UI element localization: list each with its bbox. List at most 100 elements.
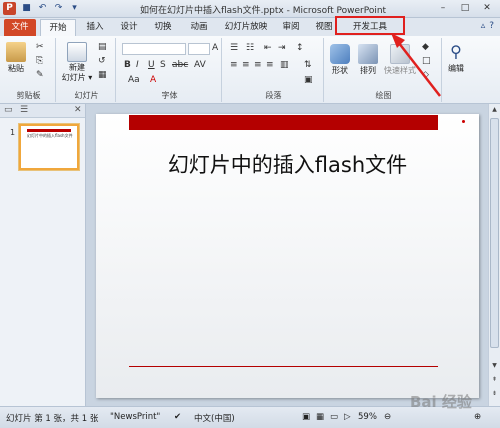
slide-editing-area: 幻灯片中的插入flash文件 bbox=[86, 104, 488, 406]
font-group-label: 字体 bbox=[161, 91, 178, 100]
format-painter-icon[interactable]: ✎ bbox=[36, 70, 44, 80]
next-slide-icon[interactable]: ⇟ bbox=[490, 390, 499, 400]
font-size-combo[interactable] bbox=[188, 43, 210, 55]
minimize-button[interactable]: – bbox=[432, 1, 454, 16]
text-direction-icon[interactable]: ⇅ bbox=[304, 60, 312, 70]
maximize-button[interactable]: □ bbox=[454, 1, 476, 16]
columns-icon[interactable]: ▥ bbox=[280, 60, 289, 70]
layout-icon[interactable]: ▤ bbox=[98, 42, 107, 52]
reading-view-icon[interactable]: ▭ bbox=[330, 412, 338, 422]
slides-tab-icon[interactable]: ▭ bbox=[4, 105, 13, 115]
tab-file[interactable]: 文件 bbox=[4, 19, 36, 36]
close-pane-icon[interactable]: ✕ bbox=[74, 105, 82, 115]
line-spacing-icon[interactable]: ↕ bbox=[296, 43, 304, 53]
align-center-icon[interactable]: ≡ bbox=[242, 60, 250, 70]
copy-icon[interactable]: ⎘ bbox=[36, 56, 43, 66]
scroll-up-icon[interactable]: ▲ bbox=[490, 106, 499, 116]
font-color-button[interactable]: A bbox=[150, 75, 156, 85]
zoom-in-icon[interactable]: ⊕ bbox=[474, 412, 481, 422]
cut-icon[interactable]: ✂ bbox=[36, 42, 44, 52]
scrollbar-thumb[interactable] bbox=[490, 118, 499, 348]
slide-title[interactable]: 幻灯片中的插入flash文件 bbox=[96, 149, 479, 179]
window-title: 如何在幻灯片中插入flash文件.pptx - Microsoft PowerP… bbox=[140, 6, 387, 16]
annotation-arrow bbox=[391, 33, 441, 97]
prev-slide-icon[interactable]: ⇞ bbox=[490, 376, 499, 386]
slides-pane-header: ▭ ☰ ✕ bbox=[0, 104, 85, 118]
close-button[interactable]: ✕ bbox=[476, 1, 498, 16]
scroll-down-icon[interactable]: ▼ bbox=[490, 362, 499, 372]
smartart-icon[interactable]: ▣ bbox=[304, 75, 313, 85]
bold-button[interactable]: B bbox=[124, 60, 131, 70]
strikethrough-button[interactable]: abc bbox=[172, 60, 188, 70]
clipboard-group: 粘贴 ✂ ⎘ ✎ 剪贴板 bbox=[2, 38, 56, 102]
redo-icon[interactable]: ↷ bbox=[52, 2, 65, 15]
section-icon[interactable]: ▦ bbox=[98, 70, 107, 80]
tab-transitions[interactable]: 切换 bbox=[148, 19, 178, 36]
paste-button[interactable]: 粘贴 bbox=[6, 42, 26, 74]
zoom-out-icon[interactable]: ⊖ bbox=[384, 412, 391, 422]
char-spacing-button[interactable]: AV bbox=[194, 60, 206, 70]
arrange-button[interactable]: 排列 bbox=[358, 44, 378, 76]
align-left-icon[interactable]: ≡ bbox=[230, 60, 238, 70]
shadow-button[interactable]: S bbox=[160, 60, 166, 70]
new-slide-button[interactable]: 新建 幻灯片 ▾ bbox=[62, 42, 92, 83]
binoculars-icon: ⚲ bbox=[450, 42, 462, 61]
paste-icon bbox=[6, 42, 26, 62]
slide-sorter-icon[interactable]: ▦ bbox=[316, 412, 324, 422]
italic-button[interactable]: I bbox=[136, 60, 139, 70]
change-case-button[interactable]: Aa bbox=[128, 75, 140, 85]
slide-thumbnail[interactable]: 幻灯片中的插入flash文件 bbox=[19, 124, 79, 170]
vertical-scrollbar[interactable]: ▲ ▼ ⇞ ⇟ bbox=[488, 104, 500, 406]
bullets-icon[interactable]: ☰ bbox=[230, 43, 238, 53]
watermark-logo: Bai 经验 bbox=[410, 393, 472, 411]
grow-font-button[interactable]: A bbox=[212, 43, 218, 53]
slide-top-red-bar bbox=[129, 115, 438, 130]
tab-insert[interactable]: 插入 bbox=[80, 19, 110, 36]
new-slide-icon bbox=[67, 42, 87, 62]
arrange-icon bbox=[358, 44, 378, 64]
tab-home[interactable]: 开始 bbox=[40, 19, 76, 36]
slideshow-view-icon[interactable]: ▷ bbox=[344, 412, 351, 422]
zoom-level[interactable]: 59% bbox=[358, 412, 377, 422]
indent-icon[interactable]: ⇤ bbox=[264, 43, 272, 53]
shapes-icon bbox=[330, 44, 350, 64]
slides-group-label: 幻灯片 bbox=[74, 91, 99, 100]
outline-tab-icon[interactable]: ☰ bbox=[20, 105, 28, 115]
tab-design[interactable]: 设计 bbox=[114, 19, 144, 36]
font-name-combo[interactable] bbox=[122, 43, 186, 55]
tab-review[interactable]: 审阅 bbox=[276, 19, 306, 36]
shapes-button[interactable]: 形状 bbox=[330, 44, 350, 76]
spellcheck-icon[interactable]: ✔ bbox=[174, 412, 181, 422]
tab-slideshow[interactable]: 幻灯片放映 bbox=[220, 19, 272, 36]
language-status[interactable]: 中文(中国) bbox=[194, 412, 235, 424]
slide-thumbnail-number: 1 bbox=[10, 128, 16, 137]
numbering-icon[interactable]: ☷ bbox=[246, 43, 254, 53]
tab-animations[interactable]: 动画 bbox=[182, 19, 216, 36]
slide-count-status: 幻灯片 第 1 张，共 1 张 bbox=[6, 414, 99, 424]
align-right-icon[interactable]: ≡ bbox=[254, 60, 262, 70]
slide-canvas[interactable]: 幻灯片中的插入flash文件 bbox=[96, 114, 479, 398]
font-group: B I U S abc AV Aa A A 字体 bbox=[118, 38, 222, 102]
window-controls: – □ ✕ bbox=[432, 1, 498, 16]
minimize-ribbon-icon[interactable]: ▵ bbox=[481, 21, 486, 31]
quick-access-toolbar: ■ ↶ ↷ ▾ bbox=[20, 2, 81, 15]
customize-qat-icon[interactable]: ▾ bbox=[68, 2, 81, 15]
editing-button[interactable]: ⚲ 编辑 bbox=[446, 42, 466, 74]
normal-view-icon[interactable]: ▣ bbox=[302, 412, 310, 422]
justify-icon[interactable]: ≡ bbox=[266, 60, 274, 70]
outdent-icon[interactable]: ⇥ bbox=[278, 43, 286, 53]
theme-status: "NewsPrint" bbox=[110, 412, 161, 422]
powerpoint-app-icon[interactable]: P bbox=[3, 2, 16, 15]
undo-icon[interactable]: ↶ bbox=[36, 2, 49, 15]
tab-view[interactable]: 视图 bbox=[310, 19, 338, 36]
reset-icon[interactable]: ↺ bbox=[98, 56, 106, 66]
help-icon[interactable]: ? bbox=[489, 21, 494, 31]
ribbon-controls: ▵ ? bbox=[481, 21, 494, 31]
paragraph-group-label: 段落 bbox=[265, 91, 282, 100]
thumbnail-title: 幻灯片中的插入flash文件 bbox=[27, 133, 73, 138]
underline-button[interactable]: U bbox=[148, 60, 155, 70]
save-icon[interactable]: ■ bbox=[20, 2, 33, 15]
slides-group: 新建 幻灯片 ▾ ▤ ↺ ▦ 幻灯片 bbox=[58, 38, 116, 102]
paragraph-group: ☰ ☷ ⇤ ⇥ ↕ ≡ ≡ ≡ ≡ ▥ ⇅ ▣ 段落 bbox=[224, 38, 324, 102]
title-bar: P ■ ↶ ↷ ▾ 如何在幻灯片中插入flash文件.pptx - Micros… bbox=[0, 0, 500, 18]
